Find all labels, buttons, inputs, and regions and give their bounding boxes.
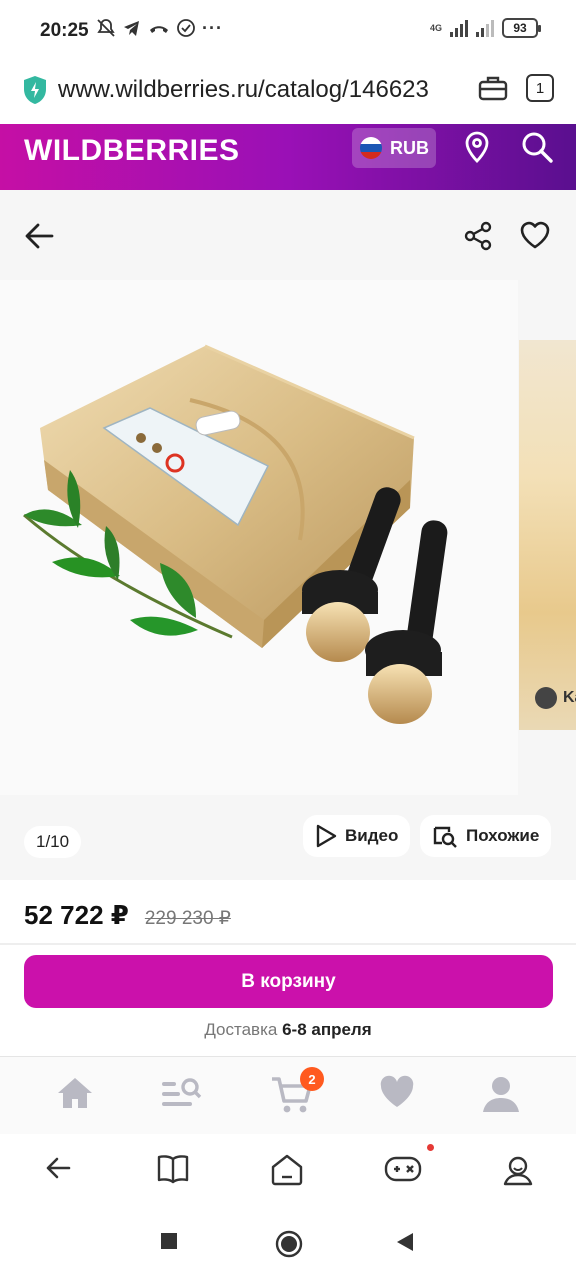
more-icon: ··· — [202, 18, 223, 38]
system-nav-bar — [0, 1210, 576, 1280]
massager-device-illustration — [23, 344, 448, 724]
briefcase-icon[interactable] — [478, 74, 508, 102]
catalog-search-icon[interactable] — [160, 1075, 202, 1111]
location-pin-icon[interactable] — [461, 130, 493, 164]
delivery-prefix: Доставка — [204, 1020, 278, 1039]
bookmarks-book-icon[interactable] — [156, 1154, 190, 1184]
image-counter: 1/10 — [24, 826, 82, 858]
battery-icon: 93 — [502, 18, 541, 38]
status-bar: 20:25 ··· 4G 93 — [0, 0, 576, 62]
russia-flag-icon — [360, 137, 382, 159]
current-price: 52 722 ₽ — [24, 900, 129, 930]
browser-bottom-nav — [0, 1134, 576, 1210]
games-controller-icon[interactable] — [384, 1154, 422, 1184]
similar-search-icon — [433, 826, 457, 848]
wildberries-logo[interactable]: WILDBERRIES — [24, 134, 240, 168]
signal-icon — [450, 19, 468, 37]
share-icon[interactable] — [462, 220, 494, 252]
tabs-button[interactable]: 1 — [526, 74, 554, 102]
shield-icon[interactable] — [22, 75, 48, 105]
favorites-icon[interactable] — [379, 1075, 415, 1109]
browser-home-icon[interactable] — [270, 1154, 304, 1186]
back-arrow-icon[interactable] — [22, 218, 58, 254]
browser-back-icon[interactable] — [44, 1154, 72, 1182]
next-image-preview[interactable]: Ka — [519, 340, 576, 730]
network-type: 4G — [429, 22, 442, 33]
browser-url-bar: www.wildberries.ru/catalog/146623 1 — [0, 62, 576, 124]
telegram-icon — [124, 21, 139, 36]
recents-square-icon[interactable] — [160, 1232, 178, 1250]
delivery-info: Доставка 6-8 апреля — [0, 1020, 576, 1040]
profile-icon[interactable] — [482, 1075, 520, 1113]
old-price: 229 230 ₽ — [144, 908, 231, 929]
bell-off-icon — [97, 19, 115, 37]
currency-label: RUB — [390, 137, 429, 158]
site-header: WILDBERRIES RUB — [0, 124, 576, 190]
similar-button[interactable]: Похожие — [420, 815, 552, 857]
home-circle-icon[interactable] — [275, 1230, 303, 1258]
missed-call-icon — [150, 26, 168, 33]
price-block: 52 722 ₽ 229 230 ₽ — [24, 900, 231, 931]
seller-avatar-icon — [535, 687, 557, 709]
notification-dot — [427, 1144, 434, 1151]
divider — [0, 943, 576, 945]
search-icon[interactable] — [520, 130, 554, 164]
check-circle-icon — [177, 19, 195, 37]
signal-2-icon — [476, 19, 494, 37]
video-button[interactable]: Видео — [303, 815, 411, 857]
url-field[interactable]: www.wildberries.ru/catalog/146623 — [58, 76, 463, 104]
currency-selector[interactable]: RUB — [352, 128, 436, 168]
back-triangle-icon[interactable] — [396, 1232, 414, 1252]
favorite-heart-icon[interactable] — [518, 218, 552, 252]
similar-label: Похожие — [466, 826, 540, 845]
home-icon[interactable] — [56, 1075, 94, 1111]
account-face-icon[interactable] — [502, 1154, 534, 1186]
site-bottom-nav: 2 — [0, 1056, 576, 1134]
product-image[interactable] — [0, 280, 518, 795]
cart-count-badge: 2 — [300, 1067, 324, 1091]
notification-icons: ··· — [96, 18, 223, 39]
product-gallery[interactable]: Ka 1/10 Видео Похожие — [0, 280, 576, 880]
video-label: Видео — [345, 826, 399, 845]
preview-caption: Ka — [563, 689, 576, 706]
delivery-dates: 6-8 апреля — [282, 1020, 372, 1039]
add-to-cart-button[interactable]: В корзину — [24, 955, 553, 1008]
status-time: 20:25 — [40, 20, 89, 41]
product-toolbar — [0, 190, 576, 280]
play-icon — [316, 824, 337, 848]
